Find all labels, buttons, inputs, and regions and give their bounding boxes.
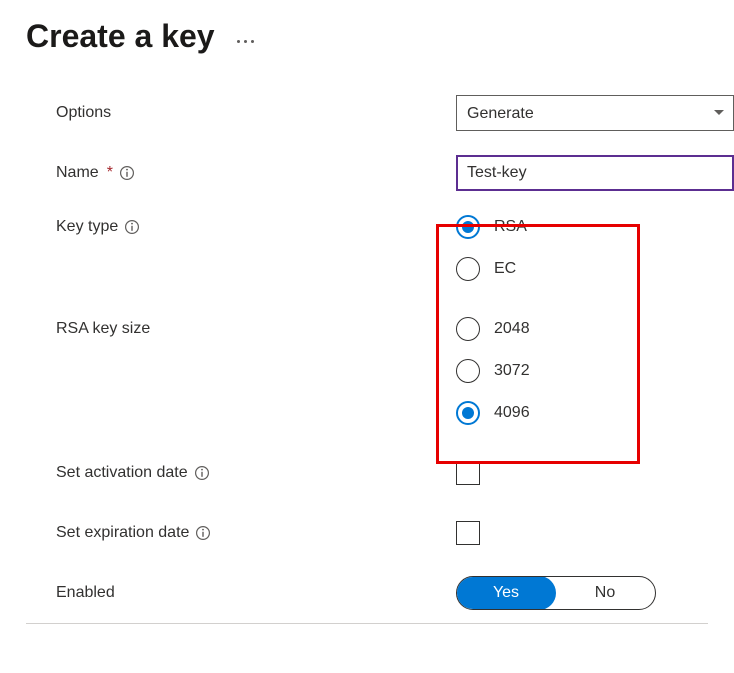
- keytype-label: Key type: [26, 209, 426, 245]
- radio-label: 3072: [494, 362, 530, 380]
- radio-label: RSA: [494, 218, 527, 236]
- keysize-radio-3072[interactable]: 3072: [456, 357, 530, 385]
- name-input[interactable]: [456, 155, 734, 191]
- keysize-label: RSA key size: [26, 311, 426, 347]
- info-icon[interactable]: [195, 525, 211, 541]
- enabled-toggle-no[interactable]: No: [555, 577, 655, 609]
- options-label: Options: [26, 95, 426, 131]
- expiration-checkbox[interactable]: [456, 521, 480, 545]
- radio-label: 4096: [494, 404, 530, 422]
- expiration-label: Set expiration date: [26, 515, 426, 551]
- info-icon[interactable]: [194, 465, 210, 481]
- enabled-label: Enabled: [26, 575, 426, 611]
- radio-label: 2048: [494, 320, 530, 338]
- required-asterisk: *: [107, 164, 113, 182]
- page-title: Create a key: [26, 18, 215, 55]
- radio-circle-icon: [456, 359, 480, 383]
- radio-circle-icon: [456, 317, 480, 341]
- enabled-toggle[interactable]: Yes No: [456, 576, 656, 610]
- more-icon[interactable]: [237, 30, 254, 43]
- radio-circle-icon: [456, 257, 480, 281]
- activation-label: Set activation date: [26, 455, 426, 491]
- keytype-radio-rsa[interactable]: RSA: [456, 213, 527, 241]
- info-icon[interactable]: [119, 165, 135, 181]
- options-select[interactable]: Generate: [456, 95, 734, 131]
- radio-label: EC: [494, 260, 516, 278]
- radio-circle-icon: [456, 215, 480, 239]
- keytype-radio-group: RSA EC: [456, 209, 527, 287]
- name-label: Name *: [26, 155, 426, 191]
- radio-circle-icon: [456, 401, 480, 425]
- keysize-radio-2048[interactable]: 2048: [456, 315, 530, 343]
- activation-checkbox[interactable]: [456, 461, 480, 485]
- keysize-radio-group: 2048 3072 4096: [456, 311, 530, 431]
- enabled-toggle-yes[interactable]: Yes: [456, 576, 556, 610]
- keysize-radio-4096[interactable]: 4096: [456, 399, 530, 427]
- keytype-radio-ec[interactable]: EC: [456, 255, 527, 283]
- info-icon[interactable]: [124, 219, 140, 235]
